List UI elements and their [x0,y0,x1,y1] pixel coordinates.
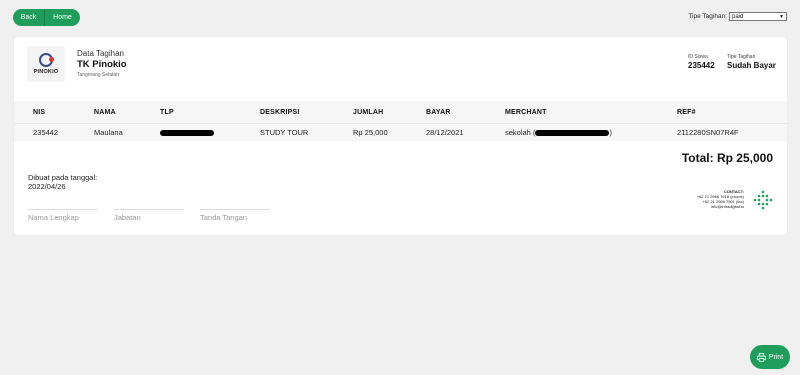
tipe-tagihan-value: Sudah Bayar [727,61,776,70]
cell-nama: Maulana [94,128,123,137]
print-label: Print [768,353,784,361]
cell-ref: 2112280SN07R4F [677,128,739,137]
contact-email: info@infradigital.io [711,204,744,209]
cell-merchant: sekolah () [505,124,612,141]
header-jumlah: JUMLAH [353,108,384,116]
created-label: Dibuat pada tanggal: [28,173,98,182]
created-date-block: Dibuat pada tanggal: 2022/04/26 [28,173,97,191]
id-siswa-label: ID Siswa [688,54,708,60]
nav-button-group: Back Home [13,9,80,26]
school-city: Tangerang Selatan [77,72,119,78]
total-amount: Total: Rp 25,000 [681,151,773,165]
signature-sign: Tanda Tangan [200,209,270,222]
cell-tlp [160,124,214,141]
cell-deskripsi: STUDY TOUR [260,128,309,137]
invoice-table: NIS NAMA TLP DESKRIPSI JUMLAH BAYAR MERC… [14,101,787,141]
merchant-suffix: ) [609,128,612,137]
table-header: NIS NAMA TLP DESKRIPSI JUMLAH BAYAR MERC… [14,101,787,123]
back-button[interactable]: Back [13,9,45,26]
header-deskripsi: DESKRIPSI [260,108,300,116]
cell-jumlah: Rp 25,000 [353,128,388,137]
company-logo-icon [753,190,773,210]
id-siswa-block: ID Siswa 235442 [688,54,715,70]
tipe-tagihan-select[interactable]: paid ▼ [729,12,787,21]
tipe-tagihan-block: Tipe Tagihan Sudah Bayar [727,54,776,70]
contact-block: CONTACT: +62 21 2966 7618 (phone) +62 21… [697,189,744,209]
cell-bayar: 28/12/2021 [426,128,464,137]
redacted-merchant [535,129,610,136]
invoice-card: PINOKIO Data Tagihan TK Pinokio Tangeran… [14,37,787,235]
signature-position: Jabatan [114,209,184,222]
chevron-down-icon: ▼ [779,13,784,20]
header-merchant: MERCHANT [505,108,547,116]
merchant-prefix: sekolah ( [505,128,536,137]
id-siswa-value: 235442 [688,61,715,70]
signature-name: Nama Lengkap [28,209,98,222]
cell-nis: 235442 [33,128,59,137]
printer-icon [756,352,766,362]
school-name: TK Pinokio [77,59,127,70]
header-nis: NIS [33,108,46,116]
school-logo: PINOKIO [27,46,65,82]
print-button[interactable]: Print [750,345,790,369]
logo-mark-icon [39,53,54,67]
header-bayar: BAYAR [426,108,451,116]
tipe-tagihan-selected: paid [732,13,744,20]
tipe-tagihan-meta-label: Tipe Tagihan [727,54,756,60]
tipe-tagihan-label: Tipe Tagihan: [688,13,727,20]
invoice-subtitle: Data Tagihan [77,49,124,58]
redacted-phone [160,129,214,136]
header-ref: REF# [677,108,696,116]
table-row: 235442 Maulana STUDY TOUR Rp 25,000 28/1… [14,123,787,141]
invoice-header: Data Tagihan TK Pinokio Tangerang Selata… [77,49,127,78]
header-nama: NAMA [94,108,116,116]
tipe-tagihan-filter: Tipe Tagihan: paid ▼ [688,12,787,21]
header-tlp: TLP [160,108,174,116]
created-date: 2022/04/26 [28,182,66,191]
logo-text: PINOKIO [33,69,59,75]
home-button[interactable]: Home [45,9,80,26]
